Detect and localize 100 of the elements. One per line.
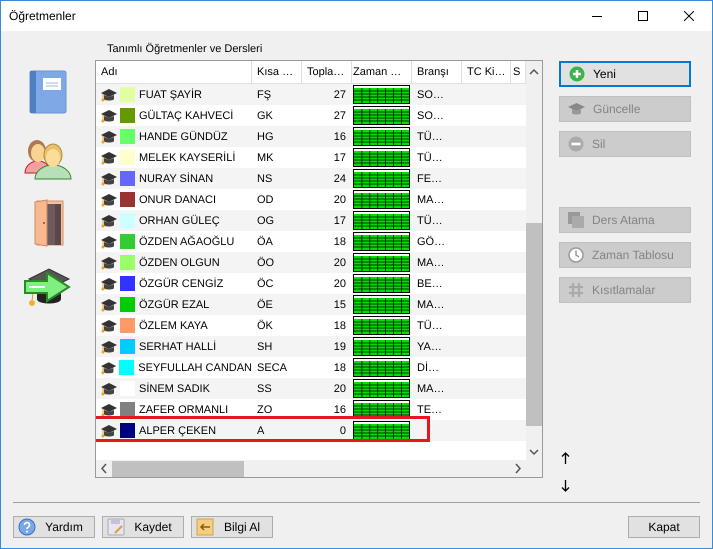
- graduation-cap-icon: [101, 88, 117, 102]
- footer-button[interactable]: Bilgi Al: [191, 516, 273, 538]
- teacher-name: ORHAN GÜLEÇ: [138, 214, 220, 226]
- graduation-cap-icon: [101, 192, 117, 206]
- graduation-cap-icon: [101, 256, 117, 270]
- branch: Dİ…: [417, 362, 439, 374]
- column-header[interactable]: TC Ki…: [462, 61, 511, 83]
- short-name: ZO: [257, 404, 272, 416]
- short-name: ÖA: [257, 236, 273, 248]
- teacher-name: GÜLTAÇ KAHVECİ: [138, 110, 234, 122]
- branch: SO…: [417, 88, 444, 100]
- help-icon: [18, 518, 36, 536]
- graduation-cap-icon: [101, 402, 117, 416]
- total-hours: 16: [334, 130, 346, 142]
- short-name: OD: [257, 194, 274, 206]
- branch: MA…: [417, 382, 444, 394]
- remove-icon: [568, 136, 584, 152]
- total-hours: 20: [334, 382, 346, 394]
- import-icon: [196, 518, 214, 536]
- scrollbar-thumb[interactable]: [112, 460, 244, 476]
- stacked-squares-icon: [568, 212, 584, 228]
- teacher-name: ÖZGÜR EZAL: [138, 298, 210, 310]
- total-hours: 27: [334, 110, 346, 122]
- short-name: SECA: [257, 362, 287, 374]
- total-hours: 20: [334, 256, 346, 268]
- book-icon[interactable]: [27, 69, 69, 115]
- scrollbar-thumb[interactable]: [526, 223, 542, 426]
- window-title: Öğretmenler: [8, 9, 76, 23]
- teacher-name: ÖZDEN AĞAOĞLU: [138, 236, 234, 248]
- total-hours: 15: [334, 298, 346, 310]
- total-hours: 18: [334, 236, 346, 248]
- short-name: ÖK: [257, 320, 273, 332]
- close-dialog-button[interactable]: Kapat: [628, 516, 700, 538]
- footer-button[interactable]: Kaydet: [102, 516, 184, 538]
- column-header[interactable]: Zaman …: [352, 61, 412, 83]
- short-name: NS: [257, 172, 272, 184]
- total-hours: 20: [334, 278, 346, 290]
- short-name: ÖE: [257, 298, 273, 310]
- teacher-name: SERHAT HALLİ: [138, 340, 216, 352]
- teacher-name: ALPER ÇEKEN: [138, 424, 216, 436]
- graduation-cap-icon: [101, 172, 117, 186]
- teacher-name: HANDE GÜNDÜZ: [138, 130, 228, 142]
- save-icon: [107, 518, 125, 536]
- total-hours: 20: [334, 194, 346, 206]
- column-header[interactable]: Topla…: [302, 61, 352, 83]
- clock-icon: [568, 247, 584, 263]
- total-hours: 19: [334, 340, 346, 352]
- teacher-name: ONUR DANACI: [138, 194, 216, 206]
- graduation-cap-icon: [101, 276, 117, 290]
- graduation-cap-icon: [101, 382, 117, 396]
- total-hours: 17: [334, 214, 346, 226]
- teacher-name: ZAFER ORMANLI: [138, 404, 228, 416]
- maximize-icon: [638, 11, 648, 21]
- total-hours: 27: [334, 88, 346, 100]
- side-button[interactable]: Yeni: [559, 61, 691, 87]
- move-up-button[interactable]: [559, 451, 571, 465]
- hash-icon: [568, 282, 584, 298]
- graduation-cap-icon: [101, 234, 117, 248]
- short-name: GK: [257, 110, 273, 122]
- short-name: SH: [257, 340, 272, 352]
- total-hours: 0: [340, 424, 346, 436]
- arrow-down-icon: [560, 480, 570, 492]
- graduation-cap-icon: [101, 298, 117, 312]
- branch: TÜ…: [417, 214, 443, 226]
- branch: MA…: [417, 256, 444, 268]
- graduation-cap-icon: [101, 108, 117, 122]
- teacher-name: ÖZLEM KAYA: [138, 320, 208, 332]
- add-icon: [569, 66, 585, 82]
- teacher-name: SEYFULLAH CANDAN: [137, 362, 252, 374]
- graduation-cap-icon: [101, 318, 117, 332]
- branch: BE…: [417, 278, 443, 290]
- branch: TE…: [417, 404, 442, 416]
- short-name: HG: [257, 130, 274, 142]
- short-name: ÖO: [257, 256, 274, 268]
- column-header[interactable]: Adı: [96, 61, 252, 83]
- move-down-button[interactable]: [559, 479, 571, 493]
- column-header[interactable]: Branşı: [412, 61, 462, 83]
- column-header[interactable]: Kısa …: [252, 61, 302, 83]
- short-name: OG: [257, 214, 274, 226]
- total-hours: 16: [334, 404, 346, 416]
- short-name: SS: [257, 382, 272, 394]
- arrow-up-icon: [560, 452, 570, 464]
- branch: YA…: [417, 340, 442, 352]
- branch: TÜ…: [417, 130, 443, 142]
- teacher-name: ÖZDEN OLGUN: [138, 256, 220, 268]
- close-icon: [684, 11, 694, 21]
- branch: TÜ…: [417, 320, 443, 332]
- teacher-name: FUAT ŞAYİR: [138, 88, 202, 100]
- short-name: A: [257, 424, 264, 436]
- branch: MA…: [417, 194, 444, 206]
- branch: SO…: [417, 110, 444, 122]
- total-hours: 24: [334, 172, 346, 184]
- total-hours: 17: [334, 152, 346, 164]
- teacher-name: ÖZGÜR CENGİZ: [138, 278, 224, 290]
- short-name: ÖC: [257, 278, 274, 290]
- branch: FE…: [417, 172, 442, 184]
- graduation-cap-icon: [568, 101, 585, 117]
- footer-button[interactable]: Yardım: [13, 516, 95, 538]
- graduation-cap-icon: [101, 424, 117, 438]
- graduation-cap-icon: [101, 130, 117, 144]
